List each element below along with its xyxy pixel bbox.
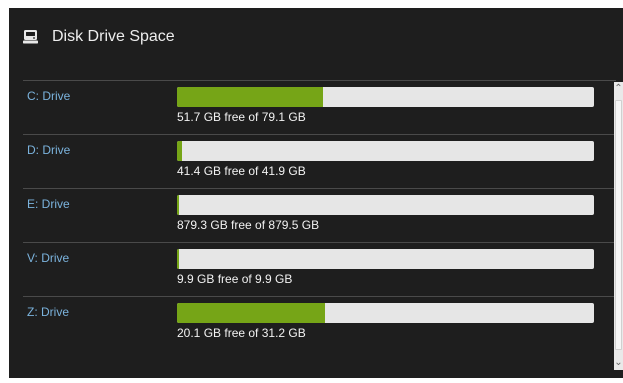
drive-label[interactable]: E: Drive bbox=[27, 197, 70, 211]
widget-header: Disk Drive Space bbox=[9, 8, 623, 80]
usage-bar-fill bbox=[177, 141, 182, 161]
drive-label[interactable]: V: Drive bbox=[27, 251, 69, 265]
drive-label[interactable]: D: Drive bbox=[27, 143, 70, 157]
drive-row-z: Z: Drive 20.1 GB free of 31.2 GB bbox=[23, 296, 616, 350]
drive-label[interactable]: Z: Drive bbox=[27, 305, 69, 319]
usage-bar-fill bbox=[177, 195, 179, 215]
usage-text: 41.4 GB free of 41.9 GB bbox=[177, 164, 306, 178]
usage-bar bbox=[177, 141, 594, 161]
usage-text: 20.1 GB free of 31.2 GB bbox=[177, 326, 306, 340]
usage-bar-fill bbox=[177, 249, 179, 269]
widget-title: Disk Drive Space bbox=[52, 28, 175, 45]
chevron-down-icon[interactable]: ⌄ bbox=[614, 356, 623, 370]
usage-bar bbox=[177, 195, 594, 215]
disk-drive-space-widget: Disk Drive Space C: Drive 51.7 GB free o… bbox=[9, 8, 623, 378]
scrollbar-thumb[interactable] bbox=[615, 100, 622, 350]
usage-text: 51.7 GB free of 79.1 GB bbox=[177, 110, 306, 124]
drive-row-c: C: Drive 51.7 GB free of 79.1 GB bbox=[23, 80, 616, 134]
drive-row-d: D: Drive 41.4 GB free of 41.9 GB bbox=[23, 134, 616, 188]
drive-list: C: Drive 51.7 GB free of 79.1 GB D: Driv… bbox=[23, 80, 616, 378]
usage-bar bbox=[177, 249, 594, 269]
usage-bar-fill bbox=[177, 87, 323, 107]
usage-bar bbox=[177, 303, 594, 323]
drive-row-v: V: Drive 9.9 GB free of 9.9 GB bbox=[23, 242, 616, 296]
drive-row-e: E: Drive 879.3 GB free of 879.5 GB bbox=[23, 188, 616, 242]
usage-text: 9.9 GB free of 9.9 GB bbox=[177, 272, 293, 286]
usage-bar bbox=[177, 87, 594, 107]
drive-label[interactable]: C: Drive bbox=[27, 89, 70, 103]
hard-drive-icon bbox=[23, 29, 38, 44]
usage-bar-fill bbox=[177, 303, 326, 323]
chevron-up-icon[interactable]: ⌃ bbox=[614, 82, 623, 96]
vertical-scrollbar[interactable]: ⌃ ⌄ bbox=[614, 82, 623, 370]
usage-text: 879.3 GB free of 879.5 GB bbox=[177, 218, 320, 232]
